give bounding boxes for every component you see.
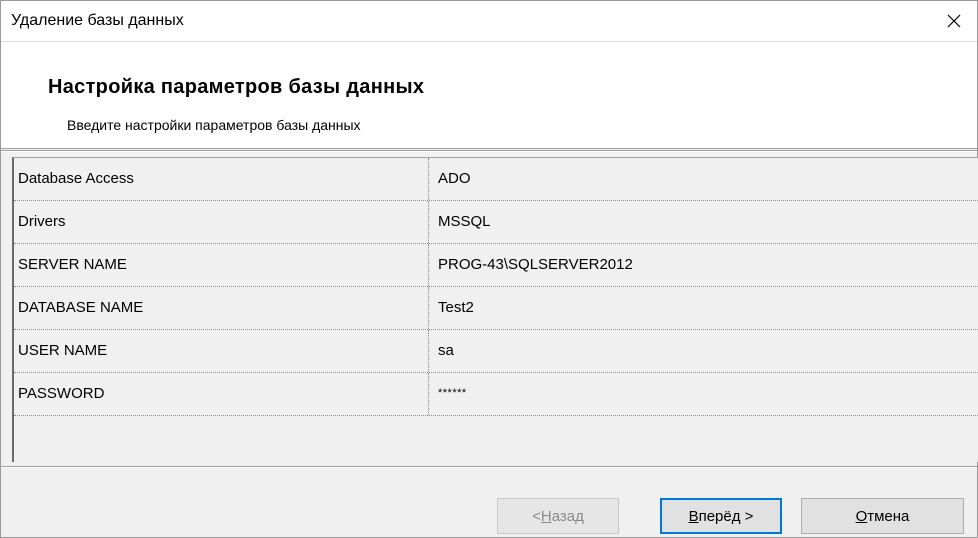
close-button[interactable] xyxy=(931,1,977,41)
property-value[interactable]: ADO xyxy=(438,158,968,200)
column-divider xyxy=(428,287,429,329)
property-value[interactable]: sa xyxy=(438,330,968,372)
password-value[interactable]: ****** xyxy=(438,373,968,415)
property-value[interactable]: Test2 xyxy=(438,287,968,329)
cancel-button[interactable]: Отмена xyxy=(801,498,964,534)
cancel-label-rest: тмена xyxy=(867,507,910,525)
column-divider xyxy=(428,373,429,415)
column-divider xyxy=(428,201,429,243)
grid-row-drivers[interactable]: Drivers MSSQL xyxy=(14,201,978,244)
property-value[interactable]: PROG-43\SQLSERVER2012 xyxy=(438,244,968,286)
back-label-rest: азад xyxy=(551,507,584,525)
grid-row-server-name[interactable]: SERVER NAME PROG-43\SQLSERVER2012 xyxy=(14,244,978,287)
wizard-header: Настройка параметров базы данных Введите… xyxy=(1,42,977,149)
property-name: USER NAME xyxy=(18,342,108,359)
back-button[interactable]: < Назад xyxy=(497,498,619,534)
grid-row-database-access[interactable]: Database Access ADO xyxy=(14,158,978,201)
header-divider xyxy=(1,150,977,152)
grid-row-user-name[interactable]: USER NAME sa xyxy=(14,330,978,373)
cancel-accel: О xyxy=(855,507,868,525)
next-accel: В xyxy=(688,507,699,525)
page-title: Настройка параметров базы данных xyxy=(48,76,425,98)
next-label-rest: перёд > xyxy=(698,507,754,525)
column-divider xyxy=(428,330,429,372)
window-title: Удаление базы данных xyxy=(11,12,184,29)
property-grid: Database Access ADO Drivers MSSQL SERVER… xyxy=(12,157,978,462)
next-button[interactable]: Вперёд > xyxy=(660,498,782,534)
property-name: PASSWORD xyxy=(18,385,105,402)
footer-divider xyxy=(1,466,977,468)
grid-row-database-name[interactable]: DATABASE NAME Test2 xyxy=(14,287,978,330)
property-name: Drivers xyxy=(18,213,66,230)
dialog-window: Удаление базы данных Настройка параметро… xyxy=(0,0,978,538)
column-divider xyxy=(428,158,429,200)
page-subtitle: Введите настройки параметров базы данных xyxy=(67,117,361,133)
property-name: SERVER NAME xyxy=(18,256,127,273)
column-divider xyxy=(428,244,429,286)
back-prefix: < xyxy=(532,507,541,525)
property-name: DATABASE NAME xyxy=(18,299,144,316)
close-icon xyxy=(947,14,961,28)
grid-row-password[interactable]: PASSWORD ****** xyxy=(14,373,978,416)
property-name: Database Access xyxy=(18,170,134,187)
title-bar: Удаление базы данных xyxy=(1,1,977,42)
back-accel: Н xyxy=(540,507,552,525)
property-value[interactable]: MSSQL xyxy=(438,201,968,243)
